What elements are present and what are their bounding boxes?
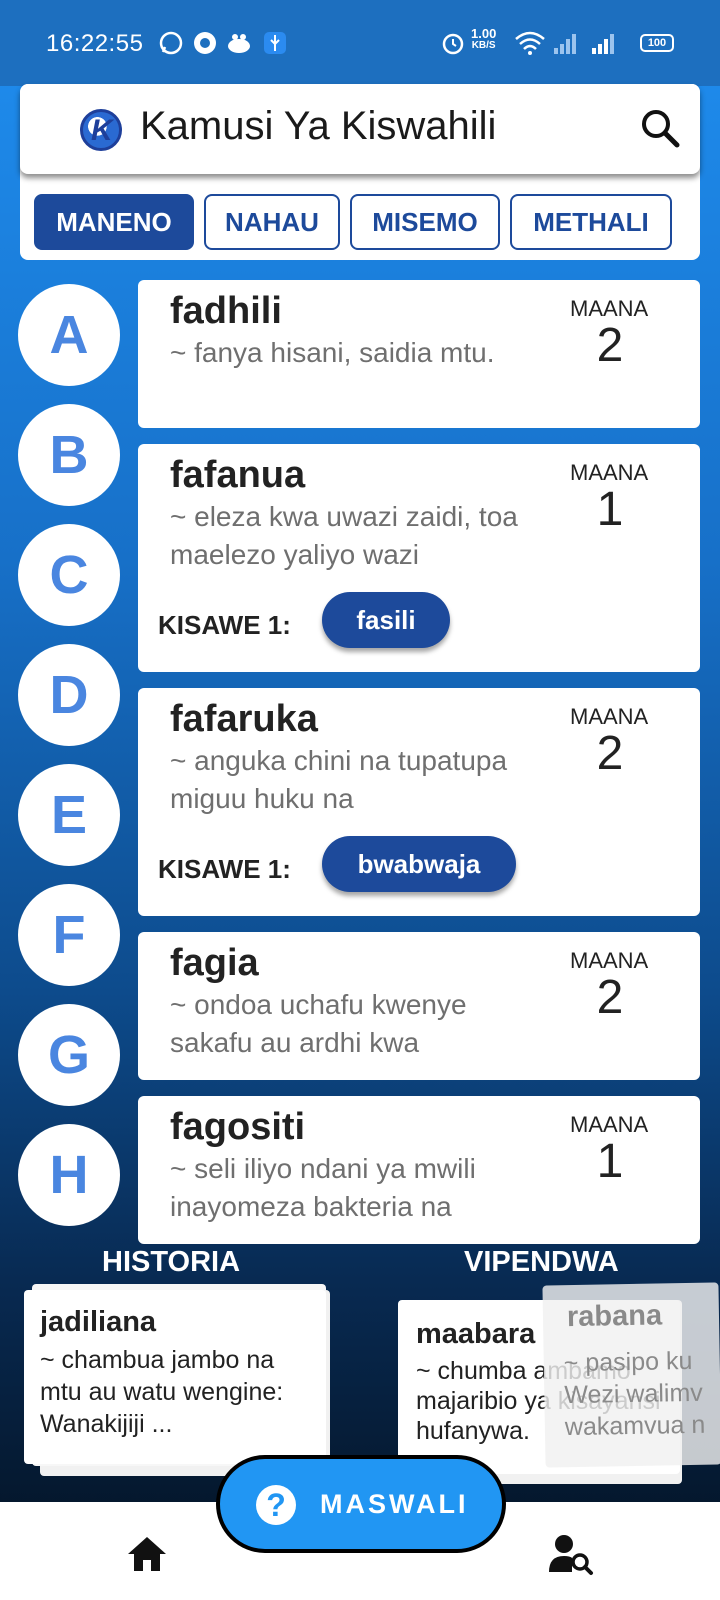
person-search-icon[interactable] [548,1532,594,1576]
header-card: K Kamusi Ya Kiswahili MANENO NAHAU MISEM… [20,84,700,260]
kisawe-label: KISAWE 1: [158,610,291,640]
word-card[interactable]: fagositi ~ seli iliyo ndani ya mwili ina… [138,1096,700,1244]
maswali-button[interactable]: ? MASWALI [216,1455,506,1553]
word-title: fagia [170,942,259,984]
kisawe-chip[interactable]: bwabwaja [322,836,516,892]
historia-definition: ~ chambua jambo na mtu au watu wengine: … [40,1346,284,1438]
record-icon [194,32,216,54]
cloud-icon [228,34,250,53]
wifi-icon [515,31,545,55]
word-title: fagositi [170,1106,306,1148]
maana-count: 2 [596,727,624,780]
word-definition: ~ seli iliyo ndani ya mwili inayomeza ba… [170,1153,476,1222]
word-title: fafanua [170,454,306,496]
letter-a[interactable]: A [18,284,120,386]
battery-icon: 100 [640,34,674,52]
letter-h[interactable]: H [18,1124,120,1226]
word-card[interactable]: fafanua ~ eleza kwa uwazi zaidi, toa mae… [138,444,700,672]
word-card[interactable]: fadhili ~ fanya hisani, saidia mtu. MAAN… [138,280,700,428]
status-bar: 16:22:55 1.00 KB/S 100 [0,0,720,86]
tab-maneno[interactable]: MANENO [34,194,194,250]
speed-unit: KB/S [471,40,496,51]
tab-methali[interactable]: METHALI [510,194,672,250]
historia-word: jadiliana [40,1306,157,1338]
word-definition: ~ anguka chini na tupatupa miguu huku na [170,745,508,814]
network-speed: 1.00 KB/S [471,26,497,52]
word-definition: ~ eleza kwa uwazi zaidi, toa maelezo yal… [170,501,518,570]
tab-nahau[interactable]: NAHAU [204,194,340,250]
alarm-icon [442,33,464,55]
historia-title: HISTORIA [102,1246,241,1278]
logo-letter: K [91,114,113,147]
letter-g[interactable]: G [18,1004,120,1106]
maana-count: 1 [596,1135,624,1188]
letter-b[interactable]: B [18,404,120,506]
status-time: 16:22:55 [46,30,144,57]
tab-misemo[interactable]: MISEMO [350,194,500,250]
maana-count: 2 [596,971,624,1024]
word-card[interactable]: fagia ~ ondoa uchafu kwenye sakafu au ar… [138,932,700,1080]
usb-icon [264,32,286,54]
maana-count: 1 [596,483,624,536]
maswali-label: MASWALI [320,1489,469,1519]
word-definition: ~ fanya hisani, saidia mtu. [170,337,495,368]
historia-card[interactable]: jadiliana ~ chambua jambo na mtu au watu… [24,1290,326,1464]
letter-c[interactable]: C [18,524,120,626]
maana-count: 2 [596,319,624,372]
letter-f[interactable]: F [18,884,120,986]
signal-icon [554,34,576,54]
ghost-word: rabana [566,1299,663,1334]
vipendwa-title: VIPENDWA [464,1246,619,1278]
app-title: Kamusi Ya Kiswahili [140,104,497,148]
app-bar: K Kamusi Ya Kiswahili [20,84,700,174]
app-logo: K [80,109,122,151]
speed-value: 1.00 [471,26,497,41]
search-icon[interactable] [638,106,682,150]
word-card[interactable]: fafaruka ~ anguka chini na tupatupa migu… [138,688,700,916]
ghost-definition: ~ pasipo ku Wezi walimv wakamvua n [563,1346,706,1442]
word-title: fafaruka [170,698,318,740]
vipendwa-ghost-card[interactable]: rabana ~ pasipo ku Wezi walimv wakamvua … [542,1282,720,1468]
kisawe-label: KISAWE 1: [158,854,291,884]
whatsapp-icon [159,31,183,55]
vipendwa-word: maabara [416,1318,536,1350]
signal-icon [592,34,614,54]
kisawe-chip[interactable]: fasili [322,592,450,648]
home-icon[interactable] [126,1534,168,1574]
letter-e[interactable]: E [18,764,120,866]
letter-d[interactable]: D [18,644,120,746]
word-definition: ~ ondoa uchafu kwenye sakafu au ardhi kw… [170,989,467,1058]
word-title: fadhili [170,290,282,332]
help-icon: ? [256,1485,296,1525]
